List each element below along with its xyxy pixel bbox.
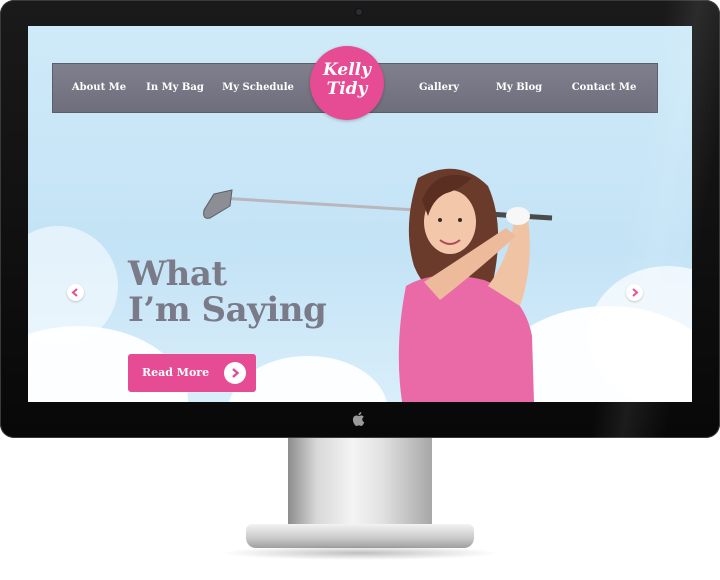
slider-next-button[interactable] [626,284,643,301]
chevron-right-icon [224,362,246,384]
apple-icon [352,412,365,427]
nav-item-in-my-bag[interactable]: In My Bag [143,64,207,112]
nav-item-my-blog[interactable]: My Blog [489,64,549,112]
monitor-bezel: About Me In My Bag My Schedule Gallery M… [0,0,720,438]
logo-text-first: Kelly [322,60,371,80]
monitor-stand-foot [246,524,474,548]
stand-shadow [220,546,500,560]
chevron-right-icon [632,288,639,297]
nav-item-about-me[interactable]: About Me [67,64,131,112]
nav-item-contact-me[interactable]: Contact Me [567,64,641,112]
nav-item-my-schedule[interactable]: My Schedule [221,64,295,112]
site-logo[interactable]: Kelly Tidy [310,46,384,120]
chevron-left-icon [71,288,78,297]
website-screen: About Me In My Bag My Schedule Gallery M… [28,26,692,402]
hero-headline: What I’m Saying [128,254,327,330]
hero-headline-line2: I’m Saying [128,290,327,330]
camera-icon [356,9,362,15]
nav-item-gallery[interactable]: Gallery [409,64,469,112]
monitor-stand-neck [288,438,432,536]
slider-prev-button[interactable] [67,284,84,301]
read-more-button[interactable]: Read More [128,354,256,392]
hero-headline-line1: What [128,254,227,294]
logo-text-last: Tidy [326,79,368,99]
read-more-label: Read More [142,366,210,379]
